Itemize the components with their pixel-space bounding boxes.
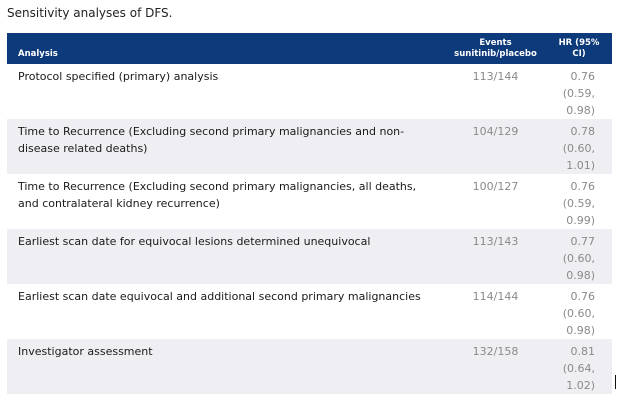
cell-analysis: Time to Recurrence (Excluding second pri… xyxy=(7,174,445,229)
text-cursor xyxy=(615,375,616,389)
table-row: Time to Recurrence (Excluding second pri… xyxy=(7,174,612,229)
hr-value: 0.76 xyxy=(570,70,596,83)
analysis-text: Time to Recurrence (Excluding second pri… xyxy=(18,180,417,193)
analysis-text: Investigator assessment xyxy=(18,345,153,358)
cell-hr: 0.81 (0.64, 1.02) xyxy=(546,339,612,394)
header-hr: HR (95% CI) xyxy=(546,33,612,64)
header-events-line2: sunitinib/placebo xyxy=(454,49,537,59)
header-hr-line2: CI) xyxy=(572,49,586,59)
analysis-text-cont: and contralateral kidney recurrence) xyxy=(18,197,220,210)
hr-ci-low: (0.59, xyxy=(562,197,595,210)
hr-ci-high: 0.98) xyxy=(566,104,595,117)
hr-ci-high: 0.98) xyxy=(566,269,595,282)
cell-events: 100/127 xyxy=(472,180,519,193)
analysis-text: Time to Recurrence (Excluding second pri… xyxy=(18,125,405,138)
cell-hr: 0.77 (0.60, 0.98) xyxy=(546,229,612,284)
hr-value: 0.76 xyxy=(570,180,596,193)
hr-ci-high: 0.99) xyxy=(566,214,595,227)
cell-events: 114/144 xyxy=(472,290,519,303)
table-row: Protocol specified (primary) analysis 11… xyxy=(7,64,612,119)
hr-value: 0.81 xyxy=(570,345,596,358)
cell-events: 104/129 xyxy=(472,125,519,138)
analysis-text: Earliest scan date equivocal and additio… xyxy=(18,290,421,303)
cell-analysis: Investigator assessment xyxy=(7,339,445,394)
analysis-text-cont: disease related deaths) xyxy=(18,142,148,155)
header-hr-line1: HR (95% xyxy=(558,38,600,48)
hr-ci-low: (0.60, xyxy=(562,307,595,320)
hr-ci-low: (0.59, xyxy=(562,87,595,100)
hr-ci-low: (0.60, xyxy=(562,252,595,265)
analysis-text: Protocol specified (primary) analysis xyxy=(18,70,219,83)
cell-events: 113/143 xyxy=(472,235,519,248)
cell-analysis: Time to Recurrence (Excluding second pri… xyxy=(7,119,445,174)
cell-hr: 0.78 (0.60, 1.01) xyxy=(546,119,612,174)
header-analysis-label: Analysis xyxy=(18,49,58,59)
cell-events: 132/158 xyxy=(472,345,519,358)
cell-hr: 0.76 (0.59, 0.98) xyxy=(546,64,612,119)
analysis-text: Earliest scan date for equivocal lesions… xyxy=(18,235,371,248)
cell-hr: 0.76 (0.60, 0.98) xyxy=(546,284,612,339)
table-row: Earliest scan date equivocal and additio… xyxy=(7,284,612,339)
hr-ci-high: 1.01) xyxy=(566,159,595,172)
cell-analysis: Earliest scan date equivocal and additio… xyxy=(7,284,445,339)
table-row: Earliest scan date for equivocal lesions… xyxy=(7,229,612,284)
header-events-line1: Events xyxy=(479,38,512,48)
hr-ci-low: (0.60, xyxy=(562,142,595,155)
hr-value: 0.76 xyxy=(570,290,596,303)
hr-ci-high: 1.02) xyxy=(566,379,595,392)
table-row: Investigator assessment 132/158 0.81 (0.… xyxy=(7,339,612,394)
hr-ci-low: (0.64, xyxy=(562,362,595,375)
hr-ci-high: 0.98) xyxy=(566,324,595,337)
table-caption: Sensitivity analyses of DFS. xyxy=(7,6,173,20)
header-analysis: Analysis xyxy=(7,33,445,64)
table-header-row: Analysis Events sunitinib/placebo HR (95… xyxy=(7,33,612,64)
hr-value: 0.78 xyxy=(570,125,596,138)
cell-hr: 0.76 (0.59, 0.99) xyxy=(546,174,612,229)
table-row: Time to Recurrence (Excluding second pri… xyxy=(7,119,612,174)
cell-events: 113/144 xyxy=(472,70,519,83)
cell-analysis: Earliest scan date for equivocal lesions… xyxy=(7,229,445,284)
hr-value: 0.77 xyxy=(570,235,596,248)
sensitivity-table: Analysis Events sunitinib/placebo HR (95… xyxy=(7,33,612,394)
cell-analysis: Protocol specified (primary) analysis xyxy=(7,64,445,119)
header-events: Events sunitinib/placebo xyxy=(445,33,546,64)
